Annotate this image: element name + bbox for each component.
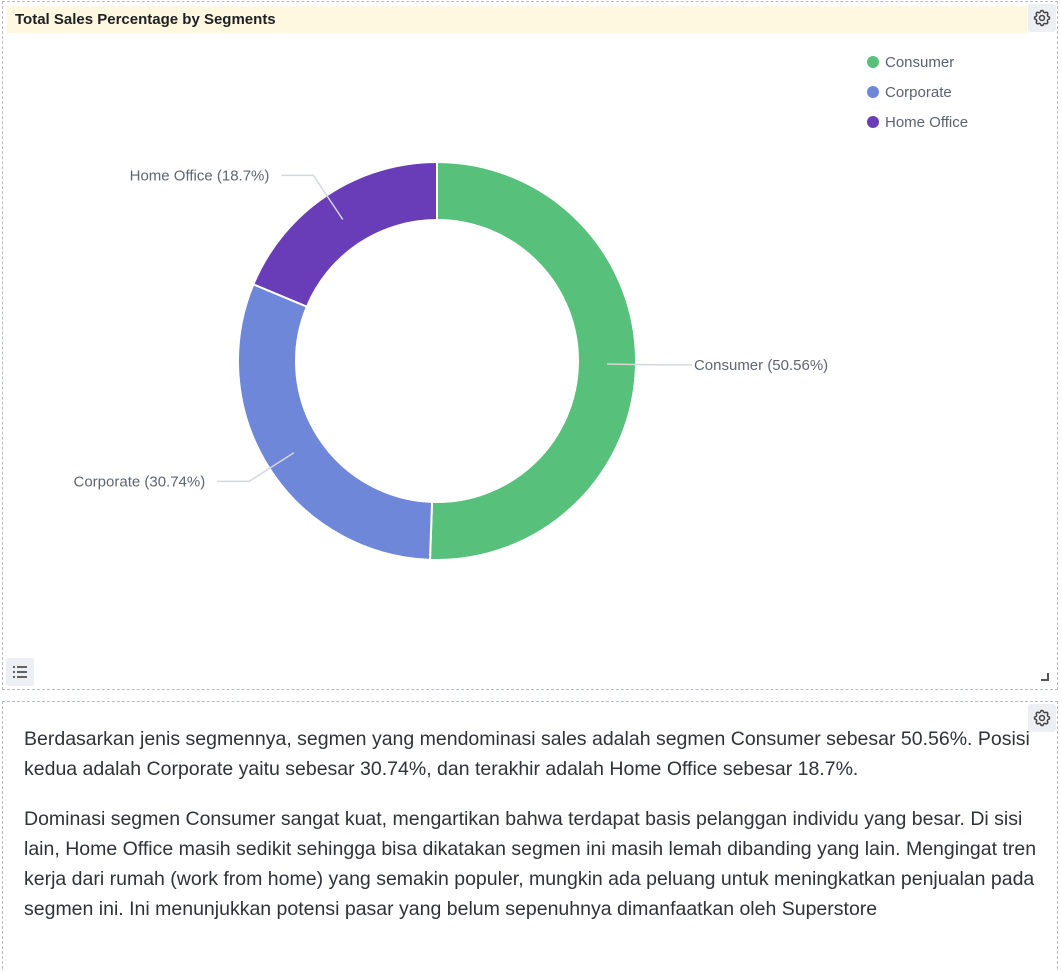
insight-paragraph-1: Berdasarkan jenis segmennya, segmen yang… (24, 728, 1030, 780)
list-icon (13, 666, 27, 678)
legend-swatch (867, 86, 879, 98)
legend-label: Corporate (885, 83, 952, 101)
insight-paragraph-2: Dominasi segmen Consumer sangat kuat, me… (24, 808, 1037, 920)
slice-label-home-office: Home Office (18.7%) (130, 167, 270, 184)
chart-panel: Total Sales Percentage by Segments Consu… (2, 1, 1058, 690)
legend-label: Consumer (885, 53, 955, 71)
legend-label: Home Office (885, 113, 969, 131)
donut-slice-corporate[interactable] (237, 282, 434, 561)
legend-swatch (867, 116, 879, 128)
data-list-button[interactable] (6, 658, 34, 686)
donut-slice-consumer[interactable] (428, 160, 637, 561)
legend-swatch (867, 56, 879, 68)
slice-label-consumer: Consumer (50.56%) (694, 357, 828, 374)
legend-item-home-office[interactable]: Home Office (867, 107, 968, 137)
legend-item-consumer[interactable]: Consumer (867, 47, 968, 77)
slice-label-corporate: Corporate (30.74%) (74, 473, 206, 490)
insight-text: Berdasarkan jenis segmennya, segmen yang… (24, 724, 1049, 944)
text-panel: Berdasarkan jenis segmennya, segmen yang… (2, 701, 1058, 969)
leader-line-consumer (606, 363, 692, 366)
legend-item-corporate[interactable]: Corporate (867, 77, 968, 107)
donut-slice-home-office[interactable] (252, 160, 438, 308)
chart-legend: Consumer Corporate Home Office (867, 47, 968, 137)
resize-handle-icon[interactable] (1041, 673, 1049, 681)
